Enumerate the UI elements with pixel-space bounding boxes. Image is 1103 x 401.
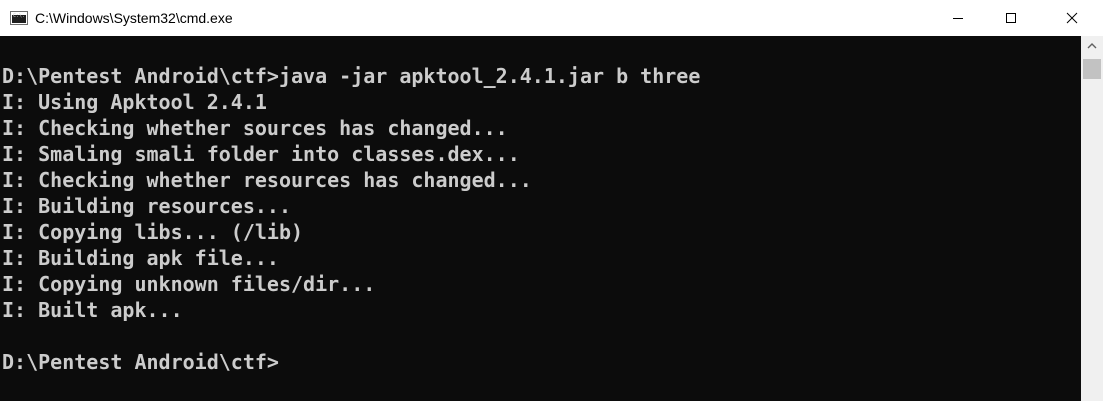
close-icon [1066,12,1078,24]
minimize-button[interactable] [935,0,981,36]
console-prompt[interactable]: D:\Pentest Android\ctf> [2,349,279,375]
cmd-icon-glyph: C:\. [13,13,26,19]
console-line: I: Copying unknown files/dir... [2,272,376,296]
scrollbar-thumb[interactable] [1083,59,1101,79]
minimize-icon [953,18,963,19]
scroll-up-button[interactable] [1081,36,1103,56]
console-line: I: Using Apktool 2.4.1 [2,90,267,114]
console-line: I: Smaling smali folder into classes.dex… [2,142,520,166]
console-output[interactable]: D:\Pentest Android\ctf>java -jar apktool… [0,36,1081,401]
console-line: I: Building apk file... [2,246,279,270]
console-line: I: Checking whether sources has changed.… [2,116,508,140]
window-title: C:\Windows\System32\cmd.exe [35,10,233,26]
chevron-up-icon [1087,43,1097,49]
vertical-scrollbar[interactable] [1081,36,1103,401]
cmd-icon[interactable]: C:\. [10,11,28,25]
close-button[interactable] [1049,0,1095,36]
maximize-icon [1006,13,1016,23]
console-line: I: Checking whether resources has change… [2,168,532,192]
cmd-window: C:\. C:\Windows\System32\cmd.exe D:\Pent… [0,0,1103,401]
maximize-button[interactable] [988,0,1034,36]
console-line: I: Building resources... [2,194,291,218]
console-line: D:\Pentest Android\ctf>java -jar apktool… [2,64,701,88]
title-bar[interactable]: C:\. C:\Windows\System32\cmd.exe [0,0,1103,36]
console-line: I: Built apk... [2,298,183,322]
console-line: I: Copying libs... (/lib) [2,220,304,244]
